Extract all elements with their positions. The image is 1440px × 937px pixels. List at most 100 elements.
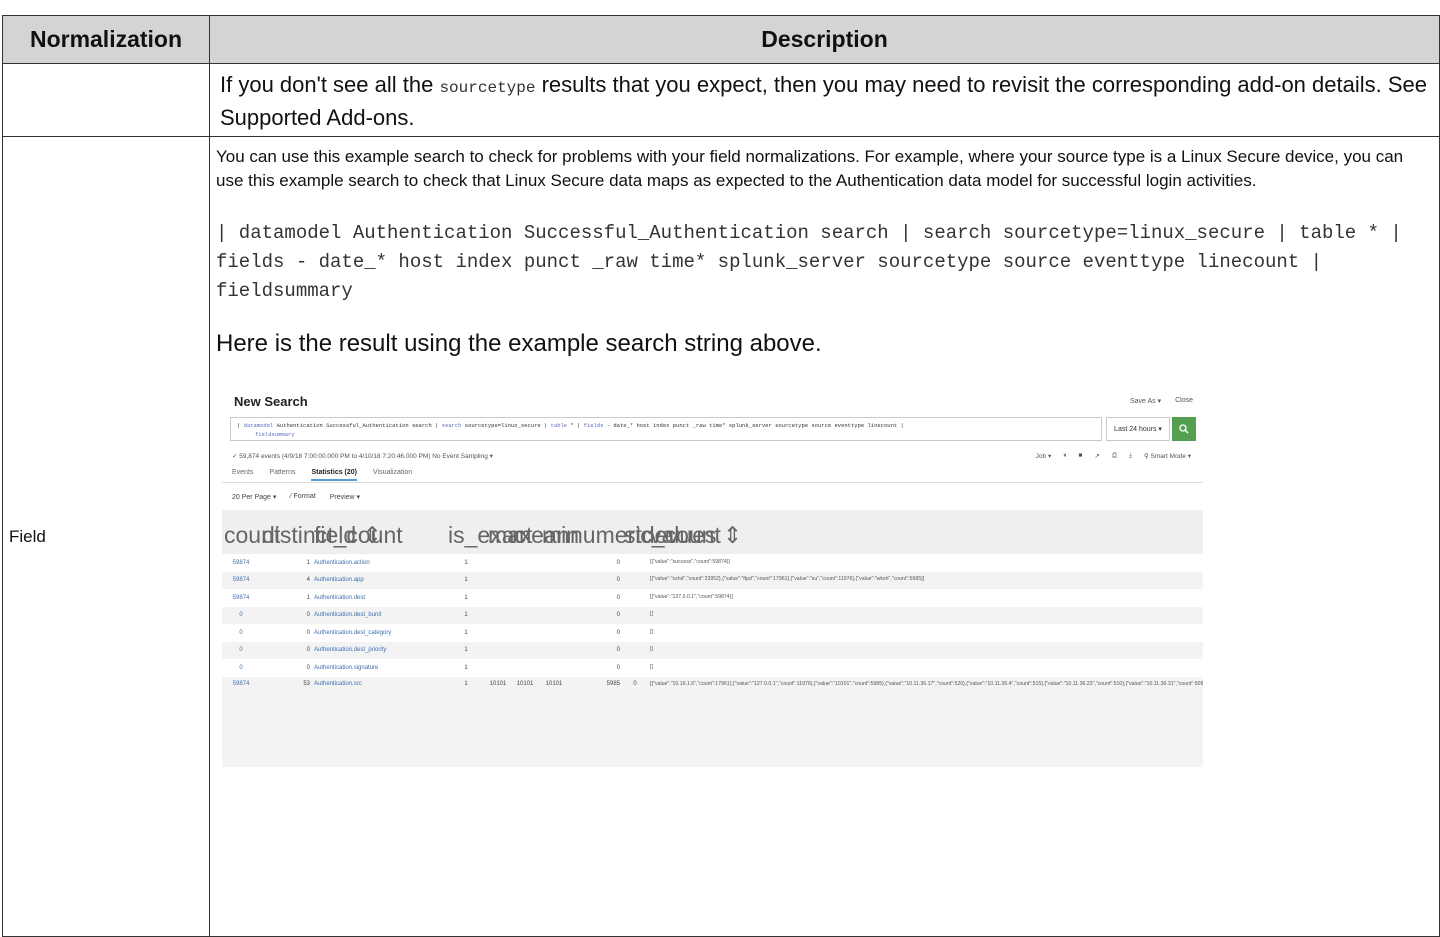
cell-stdev — [622, 606, 648, 624]
column-header-mean[interactable]: mean — [510, 510, 570, 554]
search-button[interactable] — [1172, 417, 1196, 441]
column-header-min[interactable]: min — [540, 510, 579, 554]
cell-is-exact: 1 — [446, 676, 486, 767]
cell-count[interactable]: 59874 — [222, 589, 260, 607]
search-text: sourcetype=linux_secure | — [461, 422, 551, 429]
option-0[interactable]: 20 Per Page ▾ — [232, 493, 276, 501]
table-row: Field You can use this example search to… — [2, 136, 1440, 937]
table-row: 0 0 Authentication.dest_category 1 0[] — [222, 624, 1203, 642]
cell-count[interactable]: 0 — [222, 606, 260, 624]
pause-icon[interactable]: ⏸ — [1063, 452, 1066, 460]
export-icon[interactable]: ⤓ — [1129, 452, 1132, 460]
tab-patterns[interactable]: Patterns — [269, 469, 295, 481]
table-header-row: countdistinct_countfield ⇕is_exactmaxmea… — [222, 510, 1203, 554]
table-row: 0 0 Authentication.signature 1 0[] — [222, 659, 1203, 677]
time-range-picker[interactable]: Last 24 hours ▾ — [1106, 417, 1170, 441]
cell-field[interactable]: Authentication.app — [312, 571, 446, 589]
cell-count[interactable]: 0 — [222, 641, 260, 659]
cell-distinct-count: 1 — [306, 559, 310, 566]
cell-numeric-count: 0 — [568, 606, 622, 624]
option-1[interactable]: ⁄ Format — [290, 493, 315, 501]
cell-min — [540, 606, 568, 624]
cell-numeric-count: 0 — [616, 664, 620, 671]
cell-field[interactable]: Authentication.dest — [312, 589, 446, 607]
cell-distinct-count: 0 — [260, 641, 312, 659]
column-header-field[interactable]: field ⇕ — [312, 510, 446, 554]
cell-field[interactable]: Authentication.dest_priority — [312, 641, 446, 659]
cell-numeric-count: 0 — [616, 629, 620, 636]
cell-count[interactable]: 59874 — [222, 676, 260, 767]
tab-visualization[interactable]: Visualization — [373, 469, 412, 481]
cell-numeric-count: 0 — [568, 571, 622, 589]
search-input[interactable]: | datamodel Authentication Successful_Au… — [230, 417, 1102, 441]
cell-field[interactable]: Authentication.action — [312, 554, 446, 572]
column-header-values[interactable]: values ⇕ — [648, 510, 1203, 554]
intro-paragraph: You can use this example search to check… — [216, 147, 1404, 190]
cell-count[interactable]: 0 — [222, 624, 260, 642]
cell-distinct-count: 0 — [306, 629, 310, 636]
cell-is-exact: 1 — [446, 641, 486, 659]
column-header-stdev[interactable]: stdev — [622, 510, 679, 554]
close-button[interactable]: Close — [1175, 397, 1193, 405]
cell-mean — [510, 641, 540, 659]
column-header-count[interactable]: count — [222, 510, 280, 554]
normalization-cell: Field — [2, 136, 210, 937]
cell-is-exact: 1 — [464, 594, 468, 601]
column-header-distinct-count[interactable]: distinct_count — [260, 510, 403, 554]
cell-values: [] — [650, 663, 653, 670]
normalization-cell — [2, 63, 210, 137]
option-2[interactable]: Preview ▾ — [330, 493, 360, 501]
cell-count[interactable]: 0 — [222, 659, 260, 677]
print-icon[interactable]: ⎙ — [1112, 452, 1117, 460]
column-header-numeric-count[interactable]: numeric_count — [568, 510, 721, 554]
tab-events[interactable]: Events — [232, 469, 253, 481]
top-actions: Save As ▾ Close — [1130, 397, 1193, 405]
save-as-button[interactable]: Save As ▾ — [1130, 397, 1161, 405]
cell-max — [486, 571, 510, 589]
table-row: 0 0 Authentication.dest_bunit 1 0[] — [222, 606, 1203, 624]
job-menu[interactable]: Job ▾ — [1036, 452, 1052, 460]
cell-values: [{"value":"10.16.1.6","count":17961},{"v… — [648, 676, 1203, 767]
result-options: 20 Per Page ▾ ⁄ Format Preview ▾ — [232, 493, 360, 501]
cell-distinct-count: 1 — [306, 594, 310, 601]
smart-mode-menu[interactable]: ⚲ Smart Mode ▾ — [1144, 452, 1191, 460]
cell-distinct-count: 53 — [260, 676, 312, 767]
share-icon[interactable]: ↗ — [1094, 452, 1099, 460]
stop-icon[interactable]: ■ — [1078, 452, 1082, 460]
cell-values: [{"value":"127.0.0.1","count":59874}] — [650, 593, 733, 600]
column-header-max[interactable]: max — [486, 510, 531, 554]
search-result-screenshot: New Search Save As ▾ Close | datamodel A… — [222, 386, 1203, 808]
cell-stdev — [622, 641, 648, 659]
cell-min — [540, 624, 568, 642]
cell-distinct-count: 0 — [306, 664, 310, 671]
search-text: Authentication Successful_Authentication… — [273, 422, 442, 429]
cell-numeric-count: 0 — [616, 594, 620, 601]
result-caption: Here is the result using the example sea… — [216, 330, 822, 357]
cell-field[interactable]: Authentication.dest_bunit — [312, 606, 446, 624]
cell-stdev: 0 — [622, 676, 648, 767]
search-text: | — [237, 422, 244, 429]
cell-values: [{"value":"sshd","count":23952},{"value"… — [648, 571, 1203, 589]
cell-max — [486, 659, 510, 677]
header-description: Description — [209, 15, 1440, 64]
cell-stdev — [622, 554, 648, 572]
cell-min: 10101 — [540, 676, 568, 767]
cell-field[interactable]: Authentication.signature — [312, 659, 446, 677]
cell-stdev — [622, 571, 648, 589]
cell-is-exact: 1 — [446, 571, 486, 589]
tab-statistics-20[interactable]: Statistics (20) — [311, 469, 358, 481]
table-row: If you don't see all the sourcetype resu… — [2, 63, 1440, 137]
search-query-line: | datamodel Authentication Successful_Au… — [237, 421, 1095, 430]
statistics-table: countdistinct_countfield ⇕is_exactmaxmea… — [222, 510, 1203, 767]
cell-values: [] — [650, 628, 653, 635]
cell-distinct-count: 4 — [260, 571, 312, 589]
table-row: 59874 1 Authentication.dest 1 0 [{"value":"12… — [222, 589, 1203, 607]
cell-count[interactable]: 59874 — [222, 554, 260, 572]
cell-min — [540, 659, 568, 677]
cell-field[interactable]: Authentication.dest_category — [312, 624, 446, 642]
cell-count[interactable]: 59874 — [222, 571, 260, 589]
cell-stdev — [622, 659, 648, 677]
cell-field[interactable]: Authentication.src — [312, 676, 446, 767]
column-header-is-exact[interactable]: is_exact — [446, 510, 532, 554]
search-status: ✓ 59,874 events (4/9/18 7:00:00.000 PM t… — [232, 453, 493, 460]
